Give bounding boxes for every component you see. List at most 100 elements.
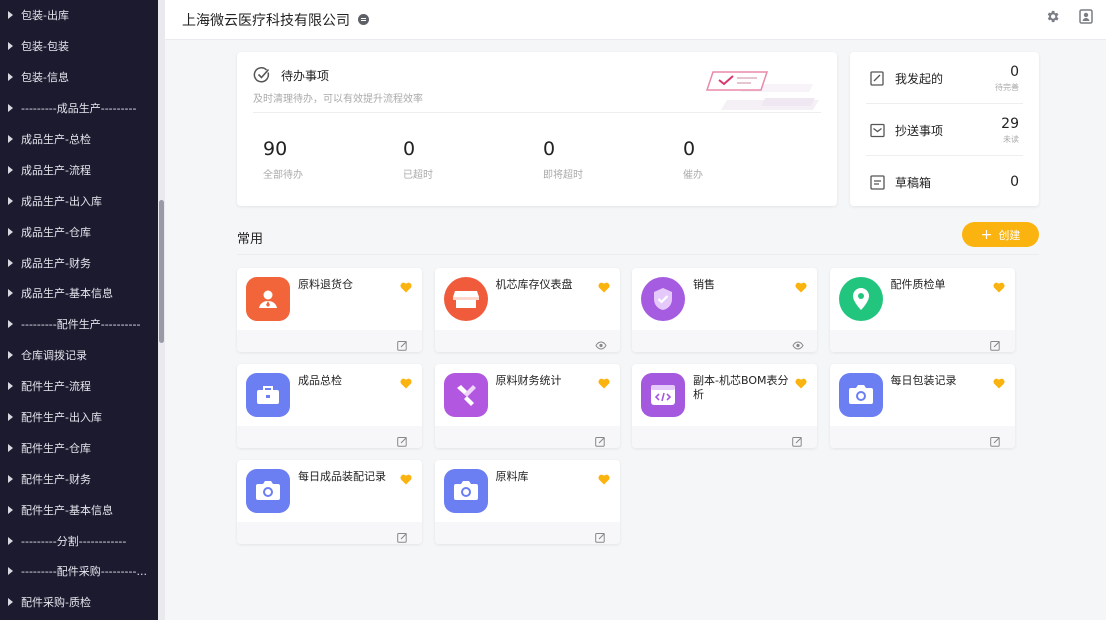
sidebar-item[interactable]: ---------成品生产--------- xyxy=(0,93,158,124)
sidebar-item[interactable]: ---------配件采购---------... xyxy=(0,556,158,587)
todo-title-row: 待办事项 xyxy=(253,66,329,84)
stat-near-overdue[interactable]: 0 即将超时 xyxy=(543,138,583,181)
sidebar-item-label: 配件生产-基本信息 xyxy=(21,503,113,517)
create-button[interactable]: + 创建 xyxy=(962,222,1039,247)
my-items-card: 我发起的 0 待完善 抄送事项 29 未读 草稿箱 0 xyxy=(850,52,1039,206)
app-name: 原料退货仓 xyxy=(298,278,353,291)
edit-icon[interactable] xyxy=(397,336,408,351)
stat-value: 0 xyxy=(543,138,556,160)
sidebar-item-label: 成品生产-财务 xyxy=(21,256,91,270)
heart-icon[interactable] xyxy=(597,278,610,293)
sidebar-item[interactable]: 成品生产-流程 xyxy=(0,154,158,185)
eye-icon[interactable] xyxy=(594,336,607,350)
sidebar-item-label: 包装-信息 xyxy=(21,71,69,85)
sidebar-item[interactable]: 配件生产-财务 xyxy=(0,463,158,494)
sidebar-item[interactable]: 包装-信息 xyxy=(0,62,158,93)
camera-icon xyxy=(443,469,488,513)
edit-icon[interactable] xyxy=(594,528,606,543)
app-card[interactable]: 原料退货仓 xyxy=(237,268,422,352)
sidebar-scrollbar-thumb[interactable] xyxy=(159,200,164,343)
gear-icon[interactable] xyxy=(1044,8,1060,24)
sidebar-item[interactable]: 包装-包装 xyxy=(0,31,158,62)
stat-urge[interactable]: 0 催办 xyxy=(683,138,703,181)
todo-card: 待办事项 及时清理待办，可以有效提升流程效率 90 全部待办 0 已超时 0 即… xyxy=(237,52,837,206)
heart-icon[interactable] xyxy=(400,374,412,389)
app-card-footer xyxy=(237,522,422,544)
sidebar-item[interactable]: 配件生产-出入库 xyxy=(0,402,158,433)
heart-icon[interactable] xyxy=(992,374,1005,389)
heart-icon[interactable] xyxy=(795,374,807,389)
edit-icon[interactable] xyxy=(594,432,606,447)
heart-icon[interactable] xyxy=(400,278,412,293)
sidebar-list: 包装-出库 包装-包装 包装-信息 ---------成品生产--------- 成品生… xyxy=(0,0,158,618)
app-card[interactable]: 成品总检 xyxy=(237,364,422,448)
caret-right-icon xyxy=(8,413,13,422)
edit-icon[interactable] xyxy=(397,432,408,447)
top-header: 上海微云医疗科技有限公司 xyxy=(165,0,1106,40)
app-card[interactable]: 配件质检单 xyxy=(829,268,1015,352)
caret-right-icon xyxy=(8,165,13,174)
app-card[interactable]: 副本-机芯BOM表分析 xyxy=(632,364,817,448)
sidebar-item-label: 成品生产-仓库 xyxy=(21,225,91,239)
edit-icon[interactable] xyxy=(397,528,408,543)
app-card[interactable]: 机芯库存仪表盘 xyxy=(434,268,620,352)
sidebar-item-label: 成品生产-流程 xyxy=(21,163,91,177)
mail-icon xyxy=(870,123,885,137)
heart-icon[interactable] xyxy=(400,470,412,485)
stat-all[interactable]: 90 全部待办 xyxy=(263,138,303,181)
heart-icon[interactable] xyxy=(597,374,610,389)
switch-company-icon[interactable] xyxy=(358,14,369,25)
location-icon xyxy=(838,277,883,321)
stat-label: 催办 xyxy=(683,170,703,181)
app-name: 机芯库存仪表盘 xyxy=(495,278,573,291)
app-card[interactable]: 原料财务统计 xyxy=(434,364,620,448)
app-card-footer xyxy=(632,426,817,448)
heart-icon[interactable] xyxy=(992,278,1005,293)
sidebar-item[interactable]: 成品生产-出入库 xyxy=(0,185,158,216)
heart-icon[interactable] xyxy=(597,470,610,485)
app-card[interactable]: 销售 xyxy=(632,268,817,352)
mine-value: 0 xyxy=(1010,174,1019,190)
mine-label: 草稿箱 xyxy=(895,175,932,190)
stat-overdue[interactable]: 0 已超时 xyxy=(403,138,433,181)
sidebar-item[interactable]: 包装-出库 xyxy=(0,0,158,31)
sidebar-item[interactable]: ---------分割------------ xyxy=(0,525,158,556)
app-name: 原料库 xyxy=(495,470,529,483)
sidebar-item[interactable]: 配件生产-仓库 xyxy=(0,432,158,463)
sidebar-item[interactable]: 成品生产-总检 xyxy=(0,124,158,155)
edit-icon[interactable] xyxy=(989,336,1001,351)
caret-right-icon xyxy=(8,443,13,452)
drafts-row[interactable]: 草稿箱 0 xyxy=(870,156,1019,208)
cc-items-row[interactable]: 抄送事项 29 未读 xyxy=(870,104,1019,156)
heart-icon[interactable] xyxy=(795,278,807,293)
check-circle-icon xyxy=(253,67,270,83)
sidebar-item[interactable]: 仓库调拨记录 xyxy=(0,340,158,371)
sidebar-item[interactable]: 配件生产-基本信息 xyxy=(0,494,158,525)
sidebar-scrollbar[interactable] xyxy=(158,0,165,620)
sidebar-item-label: 成品生产-出入库 xyxy=(21,194,102,208)
sidebar-item[interactable]: 成品生产-仓库 xyxy=(0,216,158,247)
sidebar-item[interactable]: 成品生产-财务 xyxy=(0,247,158,278)
sidebar-item-label: 包装-出库 xyxy=(21,9,69,23)
caret-right-icon xyxy=(8,474,13,483)
app-card[interactable]: 每日包装记录 xyxy=(829,364,1015,448)
mine-value: 0 待完善 xyxy=(995,64,1019,93)
sidebar-item[interactable]: ---------配件生产---------- xyxy=(0,309,158,340)
my-initiated-row[interactable]: 我发起的 0 待完善 xyxy=(870,52,1019,104)
app-name: 每日成品装配记录 xyxy=(298,470,386,483)
edit-icon[interactable] xyxy=(989,432,1001,447)
header-actions xyxy=(1044,8,1094,24)
caret-right-icon xyxy=(8,351,13,360)
eye-icon[interactable] xyxy=(792,336,804,350)
common-divider xyxy=(237,254,1039,255)
app-name: 销售 xyxy=(693,278,715,291)
sidebar-item[interactable]: 成品生产-基本信息 xyxy=(0,278,158,309)
sidebar-item[interactable]: 配件生产-流程 xyxy=(0,371,158,402)
sidebar-item-label: 仓库调拨记录 xyxy=(21,349,87,363)
sidebar-item[interactable]: 配件采购-质检 xyxy=(0,587,158,618)
contacts-icon[interactable] xyxy=(1078,8,1094,24)
caret-right-icon xyxy=(8,104,13,113)
edit-icon[interactable] xyxy=(792,432,803,447)
app-card[interactable]: 原料库 xyxy=(434,460,620,544)
app-card[interactable]: 每日成品装配记录 xyxy=(237,460,422,544)
